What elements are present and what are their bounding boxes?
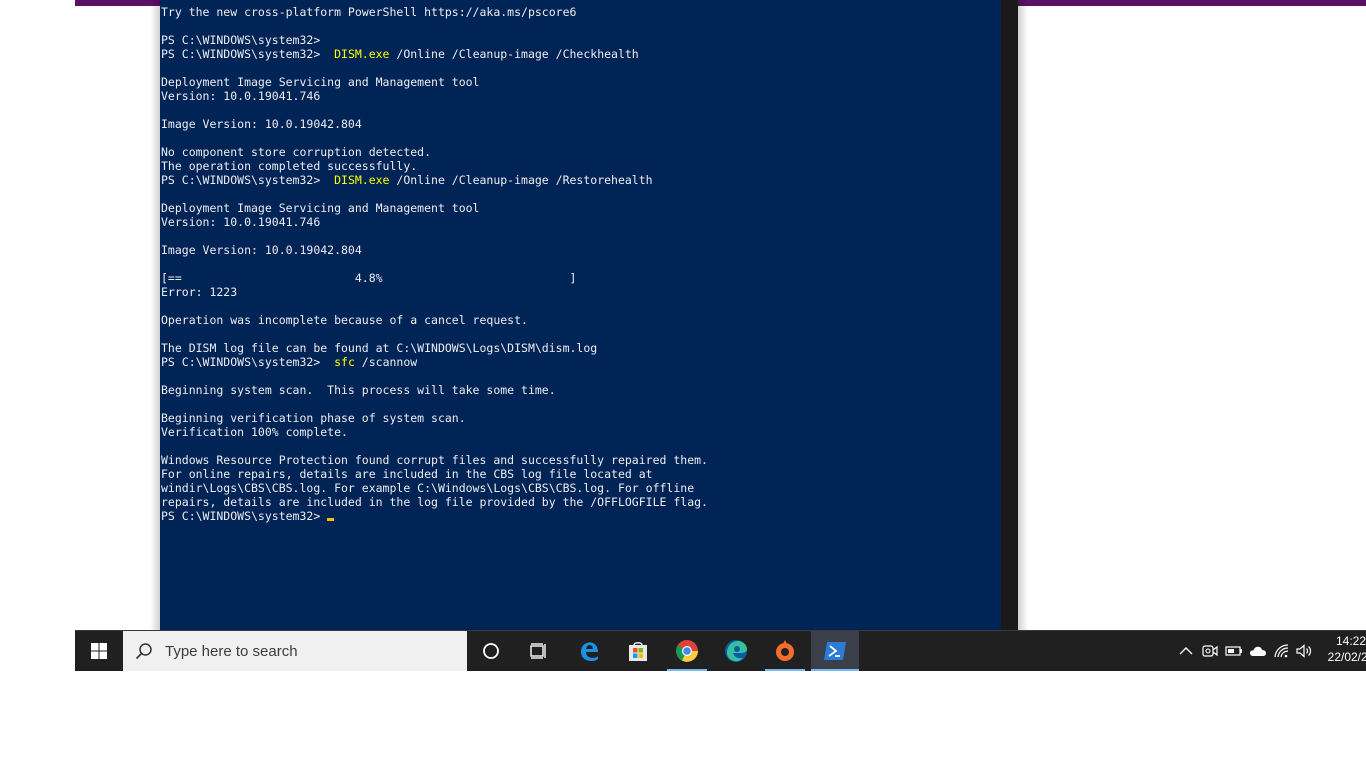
console-line: Image Version: 10.0.19042.804: [161, 243, 362, 257]
console-line: [== 4.8% ]: [161, 271, 577, 285]
cortana-button[interactable]: [467, 630, 515, 671]
clock-time: 14:22: [1335, 634, 1366, 648]
console-line: Verification 100% complete.: [161, 425, 348, 439]
console-prompt: PS C:\WINDOWS\system32>: [161, 47, 335, 61]
console-command-args: /Online /Cleanup-image /Checkhealth: [389, 47, 639, 61]
search-icon: [135, 643, 152, 660]
console-line: Version: 10.0.19041.746: [161, 89, 321, 103]
taskbar-app-powershell[interactable]: [811, 630, 859, 671]
taskbar-search-box[interactable]: Type here to search: [123, 630, 467, 671]
onedrive-cloud-icon: [1250, 646, 1266, 656]
console-line: Beginning verification phase of system s…: [161, 411, 466, 425]
origin-icon: [776, 639, 794, 661]
chevron-up-icon: [1179, 646, 1193, 654]
console-prompt: PS C:\WINDOWS\system32>: [161, 355, 335, 369]
console-prompt: PS C:\WINDOWS\system32>: [161, 173, 335, 187]
console-command: DISM.exe: [334, 173, 390, 187]
tray-battery[interactable]: [1222, 630, 1246, 671]
clock-date: 22/02/20: [1327, 650, 1366, 664]
wifi-icon: [1274, 643, 1289, 657]
tray-meet-now[interactable]: [1198, 630, 1222, 671]
console-line: Try the new cross-platform PowerShell ht…: [161, 5, 577, 19]
taskbar-app-edge[interactable]: [712, 630, 760, 671]
show-hidden-icons-button[interactable]: [1174, 630, 1198, 671]
window-shadow: [1018, 0, 1028, 630]
console-command-args: /scannow: [354, 355, 418, 369]
powershell-window[interactable]: Try the new cross-platform PowerShell ht…: [160, 0, 1018, 630]
console-line: PS C:\WINDOWS\system32> sfc /scannow: [161, 355, 708, 369]
console-prompt: PS C:\WINDOWS\system32>: [161, 509, 321, 523]
powershell-icon: [824, 641, 846, 660]
cortana-circle-icon: [483, 642, 499, 659]
console-line: Image Version: 10.0.19042.804: [161, 117, 362, 131]
console-line: Error: 1223: [161, 285, 238, 299]
taskbar-clock[interactable]: 14:22 22/02/20: [1321, 633, 1366, 665]
chrome-icon: [676, 639, 698, 662]
task-view-icon: [530, 642, 546, 659]
window-shadow: [150, 0, 160, 630]
console-line: PS C:\WINDOWS\system32>: [161, 33, 321, 47]
start-button[interactable]: [75, 630, 123, 671]
taskbar-app-store[interactable]: [614, 630, 662, 671]
console-line: Operation was incomplete because of a ca…: [161, 313, 528, 327]
console-line: repairs, details are included in the log…: [161, 495, 708, 509]
taskbar-app-chrome[interactable]: [663, 630, 711, 671]
console-command-args: /Online /Cleanup-image /Restorehealth: [389, 173, 653, 187]
console-line: The operation completed successfully.: [161, 159, 418, 173]
console-line: Version: 10.0.19041.746: [161, 215, 321, 229]
console-line: For online repairs, details are included…: [161, 467, 653, 481]
edge-icon: [725, 639, 747, 662]
console-line: PS C:\WINDOWS\system32> DISM.exe /Online…: [161, 173, 708, 187]
console-line: Deployment Image Servicing and Managemen…: [161, 75, 480, 89]
console-current-line[interactable]: PS C:\WINDOWS\system32>: [161, 509, 708, 523]
console-line: The DISM log file can be found at C:\WIN…: [161, 341, 598, 355]
speaker-icon: [1296, 643, 1312, 658]
windows-logo-icon: [91, 642, 107, 659]
console-line: Beginning system scan. This process will…: [161, 383, 556, 397]
console-line: PS C:\WINDOWS\system32> DISM.exe /Online…: [161, 47, 708, 61]
edge-legacy-icon: [581, 641, 598, 661]
taskbar-app-edge-legacy[interactable]: [565, 630, 613, 671]
meet-now-icon: [1202, 644, 1218, 657]
console-scrollbar[interactable]: [1001, 0, 1018, 630]
search-placeholder: Type here to search: [165, 642, 298, 660]
console-output[interactable]: Try the new cross-platform PowerShell ht…: [161, 5, 708, 523]
desktop: Try the new cross-platform PowerShell ht…: [0, 0, 1366, 768]
console-command: sfc: [334, 355, 355, 369]
tray-volume[interactable]: [1293, 630, 1317, 671]
text-cursor: [327, 518, 335, 521]
task-view-button[interactable]: [515, 630, 563, 671]
taskbar-border: [75, 630, 1366, 631]
taskbar-app-origin[interactable]: [761, 630, 809, 671]
console-line: No component store corruption detected.: [161, 145, 432, 159]
console-line: Windows Resource Protection found corrup…: [161, 453, 708, 467]
console-line: windir\Logs\CBS\CBS.log. For example C:\…: [161, 481, 695, 495]
tray-onedrive[interactable]: [1246, 630, 1270, 671]
console-command: DISM.exe: [334, 47, 390, 61]
microsoft-store-icon: [629, 641, 647, 661]
battery-icon: [1225, 645, 1242, 656]
console-line: Deployment Image Servicing and Managemen…: [161, 201, 480, 215]
tray-network[interactable]: [1270, 630, 1294, 671]
taskbar: Type here to search 14:22 22/02/2: [75, 630, 1366, 671]
